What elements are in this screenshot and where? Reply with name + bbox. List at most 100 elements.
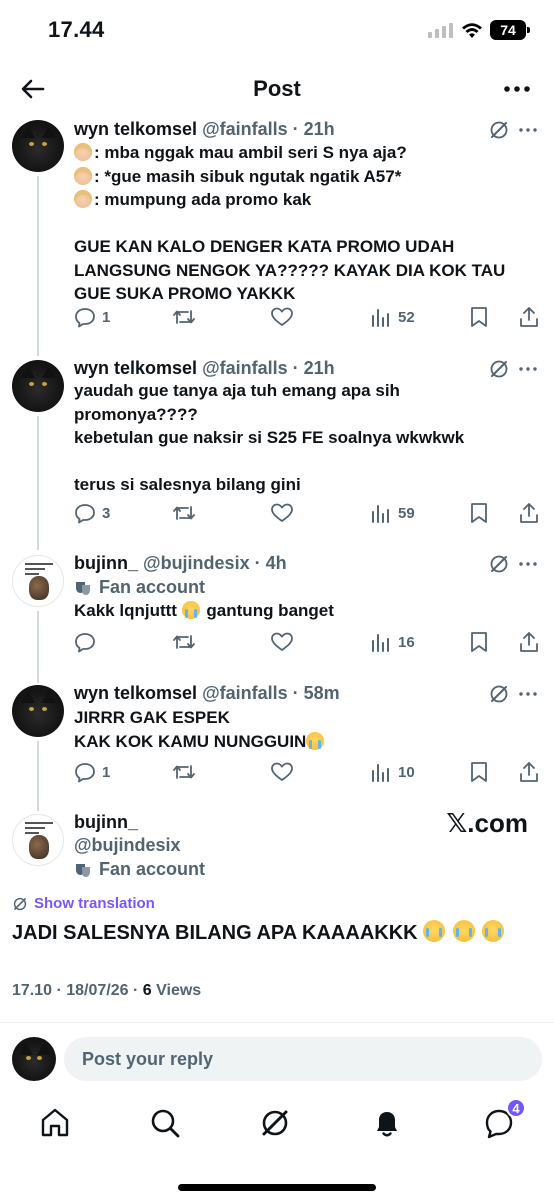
repost-button[interactable] [172,627,196,657]
author-handle[interactable]: @bujindesix [143,553,250,573]
author-handle[interactable]: @bujindesix [74,835,181,855]
theater-masks-icon [76,581,90,595]
author-name[interactable]: bujinn_ [74,812,138,832]
views-button[interactable]: 59 [370,498,415,528]
reply-input[interactable] [64,1037,542,1081]
repost-button[interactable] [172,302,196,332]
reply-icon [75,763,95,783]
reply-button[interactable]: 1 [74,757,110,787]
bookmark-button[interactable] [468,302,490,332]
post-actions: 16 [72,627,542,657]
post-line: JIRRR GAK ESPEK [74,708,230,727]
like-button[interactable] [270,498,294,528]
avatar[interactable] [12,555,64,607]
like-button[interactable] [270,757,294,787]
post-time: 4h [265,553,287,573]
thread-post[interactable]: wyn telkomsel @fainfalls · 21h yaudah gu… [0,358,554,538]
post-actions: 3 59 [72,498,542,528]
post-more-icon[interactable] [516,119,540,141]
thread-post[interactable]: wyn telkomsel @fainfalls · 21h : mba ngg… [0,118,554,348]
status-bar: 17.44 74 [0,0,554,62]
avatar[interactable] [12,814,64,866]
page-title: Post [253,76,301,101]
post-text: Kakk lqnjuttt gantung banget [74,599,534,623]
messages-tab[interactable]: 4 [482,1098,526,1140]
main-post-line: JADI SALESNYA BILANG APA KAAAAKKK [12,922,418,944]
post-header: Post [0,62,554,116]
thread-post[interactable]: wyn telkomsel @fainfalls · 58m JIRRR GAK… [0,683,554,803]
author-handle[interactable]: @fainfalls [202,358,288,378]
show-translation-link[interactable]: Show translation [12,895,155,912]
crying-emoji-icon [423,920,446,942]
share-icon [520,503,538,523]
post-more-icon[interactable] [516,553,540,575]
repost-icon [173,765,195,779]
reply-button[interactable]: 3 [74,498,110,528]
post-author: wyn telkomsel @fainfalls · 58m [74,683,340,703]
show-translation-label: Show translation [34,895,155,912]
notifications-bell-icon[interactable] [370,1106,404,1140]
post-more-icon[interactable] [516,683,540,705]
grok-icon[interactable] [488,119,510,141]
post-meta: 17.10 · 18/07/26 · 6 Views [12,982,201,1000]
share-button[interactable] [518,627,540,657]
bookmark-button[interactable] [468,498,490,528]
cellular-signal-icon [428,23,453,38]
x-watermark: 𝕏.com [446,808,528,838]
crying-emoji-icon [452,920,475,942]
reply-icon [75,633,95,653]
bottom-nav: 4 [0,1096,554,1200]
bookmark-button[interactable] [468,757,490,787]
more-options-icon[interactable] [502,76,532,102]
avatar[interactable] [12,685,64,737]
views-icon [372,505,389,523]
author-name[interactable]: wyn telkomsel [74,358,197,378]
view-count: 10 [398,763,415,781]
reply-button[interactable] [74,627,102,657]
bookmark-button[interactable] [468,627,490,657]
reply-count: 1 [102,308,111,326]
post-text: : mba nggak mau ambil seri S nya aja? : … [74,141,534,306]
like-button[interactable] [270,627,294,657]
view-count: 52 [398,308,415,326]
share-button[interactable] [518,498,540,528]
share-button[interactable] [518,302,540,332]
views-button[interactable]: 10 [370,757,415,787]
avatar[interactable] [12,360,64,412]
author-name[interactable]: bujinn_ [74,553,138,573]
avatar[interactable] [12,120,64,172]
post-more-icon[interactable] [516,358,540,380]
thread-post[interactable]: bujinn_ @bujindesix · 4h Fan account Kak… [0,553,554,673]
grok-icon[interactable] [488,553,510,575]
person-emoji-icon [74,166,92,185]
crying-emoji-icon [482,920,505,942]
share-button[interactable] [518,757,540,787]
author-name[interactable]: wyn telkomsel [74,119,197,139]
home-icon[interactable] [38,1106,72,1140]
grok-icon[interactable] [488,683,510,705]
post-author: wyn telkomsel @fainfalls · 21h [74,358,335,378]
post-author: bujinn_ [74,812,138,833]
post-line: promonya???? [74,404,198,424]
views-button[interactable]: 16 [370,627,415,657]
grok-icon[interactable] [258,1106,292,1140]
search-icon[interactable] [148,1106,182,1140]
avatar [12,1037,56,1081]
share-icon [520,632,538,652]
post-actions: 1 52 [72,302,542,332]
repost-button[interactable] [172,757,196,787]
like-button[interactable] [270,302,294,332]
author-name[interactable]: wyn telkomsel [74,683,197,703]
post-line: KAK KOK KAMU NUNGGUIN [74,731,307,751]
author-handle[interactable]: @fainfalls [202,683,288,703]
post-line: LANGSUNG NENGOK YA????? KAYAK DIA KOK TA… [74,260,506,280]
views-button[interactable]: 52 [370,302,415,332]
bookmark-icon [471,762,487,782]
reply-button[interactable]: 1 [74,302,110,332]
post-line [74,212,534,236]
post-text: JIRRR GAK ESPEK KAK KOK KAMU NUNGGUIN [74,706,534,753]
grok-icon[interactable] [488,358,510,380]
bookmark-icon [471,503,487,523]
author-handle[interactable]: @fainfalls [202,119,288,139]
repost-button[interactable] [172,498,196,528]
